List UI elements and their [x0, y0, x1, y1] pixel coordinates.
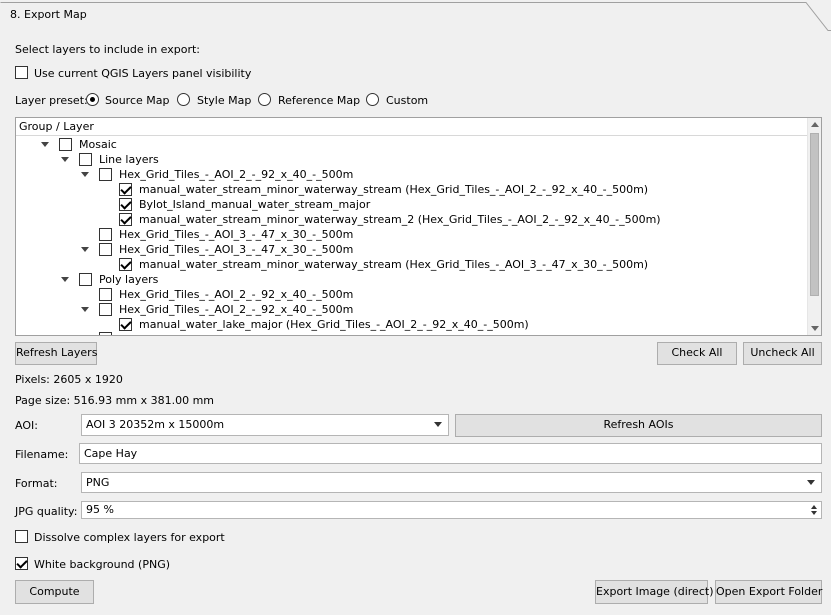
jpg-quality-label: JPG quality:: [15, 505, 78, 518]
layer-checkbox[interactable]: [99, 168, 112, 181]
tree-row-group[interactable]: Hex_Grid_Tiles_-_AOI_2_-_92_x_40_-_500m: [16, 302, 806, 317]
preset-reference-map-label[interactable]: Reference Map: [278, 94, 360, 107]
tree-row-label: Hex_Grid_Tiles_-_AOI_3_-_47_x_30_-_500m: [119, 228, 354, 241]
preset-source-map-radio[interactable]: [86, 93, 99, 106]
layer-checkbox[interactable]: [99, 243, 112, 256]
tree-header: Group / Layer: [16, 118, 807, 136]
aoi-value: AOI 3 20352m x 15000m: [86, 418, 225, 431]
tree-row-label: Hex_Grid_Tiles_-_AOI_2_-_92_x_40_-_500m: [119, 303, 354, 316]
uncheck-all-button[interactable]: Uncheck All: [743, 342, 822, 365]
layer-checkbox[interactable]: [99, 288, 112, 301]
tree-row-group[interactable]: Hex_Grid_Tiles_-_AOI_3_-_47_x_30_-_500m: [16, 242, 806, 257]
layer-checkbox[interactable]: [79, 273, 92, 286]
filename-input[interactable]: Cape Hay: [79, 443, 822, 464]
spin-up-icon[interactable]: [811, 505, 817, 509]
tree-row-label: manual_water_stream_minor_waterway_strea…: [139, 258, 649, 271]
export-image-button[interactable]: Export Image (direct): [595, 580, 713, 604]
white-background-checkbox[interactable]: [15, 557, 28, 570]
layer-checkbox[interactable]: [99, 303, 112, 316]
white-background-label: White background (PNG): [34, 558, 171, 571]
preset-reference-map-radio[interactable]: [258, 93, 271, 106]
tree-row-label: Poly layers: [99, 273, 159, 286]
filename-label: Filename:: [15, 448, 69, 461]
format-value: PNG: [86, 476, 110, 489]
refresh-layers-button[interactable]: Refresh Layers: [15, 342, 97, 365]
layer-checkbox: [99, 332, 112, 335]
dissolve-checkbox[interactable]: [15, 530, 28, 543]
use-visibility-label: Use current QGIS Layers panel visibility: [34, 67, 252, 80]
expand-arrow-icon[interactable]: [81, 247, 89, 252]
preset-custom-label[interactable]: Custom: [386, 94, 428, 107]
panel-tab-frame: [0, 2, 831, 31]
preset-custom-radio[interactable]: [366, 93, 379, 106]
tree-row-line-layers[interactable]: Line layers: [16, 152, 806, 167]
layer-tree[interactable]: Group / Layer Mosaic Line layers Hex_Gri…: [15, 117, 822, 336]
expand-arrow-icon[interactable]: [61, 157, 69, 162]
aoi-label: AOI:: [15, 419, 38, 432]
preset-style-map-radio[interactable]: [177, 93, 190, 106]
layer-checkbox[interactable]: [119, 258, 132, 271]
tree-row-label: Hex_Grid_Tiles_-_AOI_3_-_47_x_30_-_500m: [119, 243, 354, 256]
layer-checkbox[interactable]: [119, 183, 132, 196]
tree-row-group[interactable]: Hex_Grid_Tiles_-_AOI_2_-_92_x_40_-_500m: [16, 287, 806, 302]
refresh-aois-button[interactable]: Refresh AOIs: [455, 414, 822, 437]
tree-row-layer[interactable]: manual_water_lake_major (Hex_Grid_Tiles_…: [16, 317, 806, 332]
preset-style-map-label[interactable]: Style Map: [197, 94, 251, 107]
pixels-info: Pixels: 2605 x 1920: [15, 373, 123, 386]
expand-arrow-icon[interactable]: [41, 142, 49, 147]
layer-checkbox[interactable]: [79, 153, 92, 166]
tree-row-label: manual_water_lake_major (Hex_Grid_Tiles_…: [139, 318, 529, 331]
tree-row-group[interactable]: Hex_Grid_Tiles_-_AOI_3_-_47_x_30_-_500m: [16, 227, 806, 242]
tree-row-layer[interactable]: manual_water_stream_minor_waterway_strea…: [16, 257, 806, 272]
tree-row-layer[interactable]: manual_water_stream_minor_waterway_strea…: [16, 212, 806, 227]
expand-arrow-icon[interactable]: [81, 172, 89, 177]
tree-row-label: manual_water_stream_minor_waterway_strea…: [139, 213, 661, 226]
scrollbar-thumb[interactable]: [810, 133, 819, 296]
tree-row-layer[interactable]: manual_water_stream_minor_waterway_strea…: [16, 182, 806, 197]
tree-row-group[interactable]: Hex_Grid_Tiles_-_AOI_2_-_92_x_40_-_500m: [16, 167, 806, 182]
tree-row-partial: [16, 332, 806, 335]
tree-row-label: Mosaic: [79, 138, 117, 151]
open-export-folder-button[interactable]: Open Export Folder: [715, 580, 822, 604]
tree-row-label: Hex_Grid_Tiles_-_AOI_2_-_92_x_40_-_500m: [119, 168, 354, 181]
spin-down-icon[interactable]: [811, 511, 817, 515]
layer-preset-label: Layer preset:: [15, 94, 88, 107]
check-all-button[interactable]: Check All: [657, 342, 737, 365]
dissolve-label: Dissolve complex layers for export: [34, 531, 225, 544]
aoi-select[interactable]: AOI 3 20352m x 15000m: [81, 414, 449, 436]
layer-checkbox[interactable]: [119, 198, 132, 211]
scroll-down-icon[interactable]: [811, 326, 819, 331]
preset-source-map-label[interactable]: Source Map: [105, 94, 170, 107]
select-layers-label: Select layers to include in export:: [15, 43, 201, 56]
layer-checkbox[interactable]: [99, 228, 112, 241]
format-select[interactable]: PNG: [81, 472, 822, 493]
tree-row-mosaic[interactable]: Mosaic: [16, 137, 806, 152]
tree-scrollbar[interactable]: [807, 118, 821, 335]
tree-row-label: Line layers: [99, 153, 159, 166]
tree-row-label: manual_water_stream_minor_waterway_strea…: [139, 183, 649, 196]
expand-arrow-icon[interactable]: [61, 277, 69, 282]
panel-title: 8. Export Map: [10, 8, 87, 21]
format-label: Format:: [15, 477, 58, 490]
use-visibility-checkbox[interactable]: [15, 66, 28, 79]
tree-row-label: Bylot_Island_manual_water_stream_major: [139, 198, 371, 211]
scroll-up-icon[interactable]: [811, 122, 819, 127]
chevron-down-icon: [807, 480, 815, 485]
tree-row-label: Hex_Grid_Tiles_-_AOI_2_-_92_x_40_-_500m: [119, 288, 354, 301]
page-size-info: Page size: 516.93 mm x 381.00 mm: [15, 394, 214, 407]
tree-row-layer[interactable]: Bylot_Island_manual_water_stream_major: [16, 197, 806, 212]
chevron-down-icon: [434, 422, 442, 427]
layer-checkbox[interactable]: [59, 138, 72, 151]
expand-arrow-icon[interactable]: [81, 307, 89, 312]
jpg-quality-value: 95 %: [86, 503, 114, 516]
layer-checkbox[interactable]: [119, 213, 132, 226]
tree-row-poly-layers[interactable]: Poly layers: [16, 272, 806, 287]
layer-checkbox[interactable]: [119, 318, 132, 331]
compute-button[interactable]: Compute: [15, 580, 94, 604]
jpg-quality-spinbox[interactable]: 95 %: [81, 501, 822, 519]
